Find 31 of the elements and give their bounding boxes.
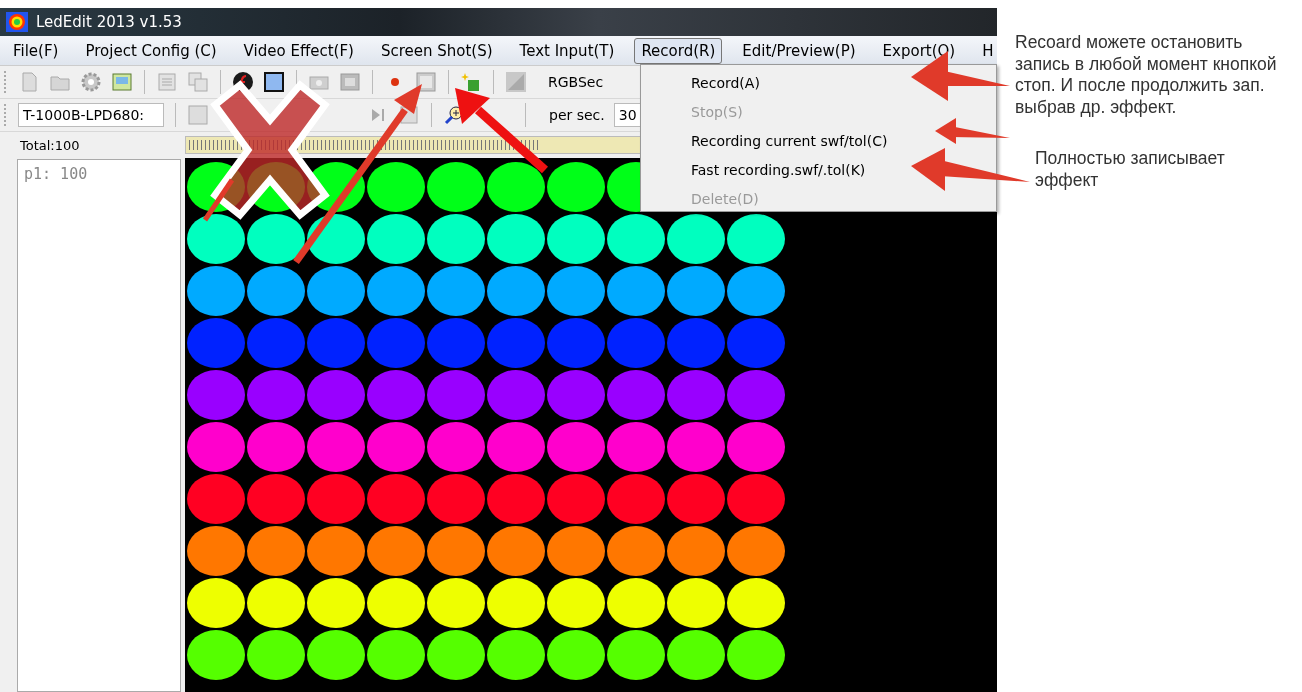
menu-item[interactable]: Export(O) (875, 37, 963, 64)
annotation-text: Полностью записывает эффект (1035, 148, 1226, 191)
copy-icon[interactable] (187, 71, 209, 93)
menu-item[interactable]: Screen Shot(S) (373, 37, 500, 64)
menu-item[interactable]: Project Config (C) (78, 37, 224, 64)
preview-icon[interactable] (187, 104, 209, 126)
sparkle-icon[interactable] (460, 71, 482, 93)
stop-icon[interactable] (415, 71, 437, 93)
menu-item[interactable]: H (975, 37, 1001, 64)
screen-icon[interactable] (339, 71, 361, 93)
speed-label: per sec. (549, 107, 605, 123)
total-count: Total:100 (19, 137, 81, 155)
swirl-icon (6, 12, 28, 32)
list-item[interactable]: p1: 100 (24, 165, 88, 183)
toolbar-label: RGBSec (548, 74, 604, 90)
menu-item[interactable]: Record(A) (691, 69, 996, 98)
menu-item[interactable]: Video Effect(F) (236, 37, 361, 64)
menu-item[interactable]: File(F) (6, 37, 66, 64)
gear-icon[interactable] (80, 71, 102, 93)
menu-item[interactable]: Edit/Preview(P) (735, 37, 863, 64)
triangle-icon[interactable] (505, 71, 527, 93)
window-title: LedEdit 2013 v1.53 (36, 13, 182, 31)
menu-item[interactable]: Record(R) (634, 37, 723, 64)
menu-item[interactable]: Text Input(T) (512, 37, 622, 64)
menu-item[interactable]: Fast recording.swf/.tol(K) (691, 156, 996, 185)
annotation-text: Recoard можете остановить запись в любой момент кнопкой стоп. И после продолжить зап. выбрав др. эффект. (1015, 32, 1278, 118)
image-icon[interactable] (111, 71, 133, 93)
frame-icon[interactable] (263, 71, 285, 93)
menu-item[interactable]: Recording current swf/tol(C) (691, 127, 996, 156)
list-icon[interactable] (156, 71, 178, 93)
controller-dropdown[interactable]: T-1000B-LPD680: (18, 103, 164, 127)
